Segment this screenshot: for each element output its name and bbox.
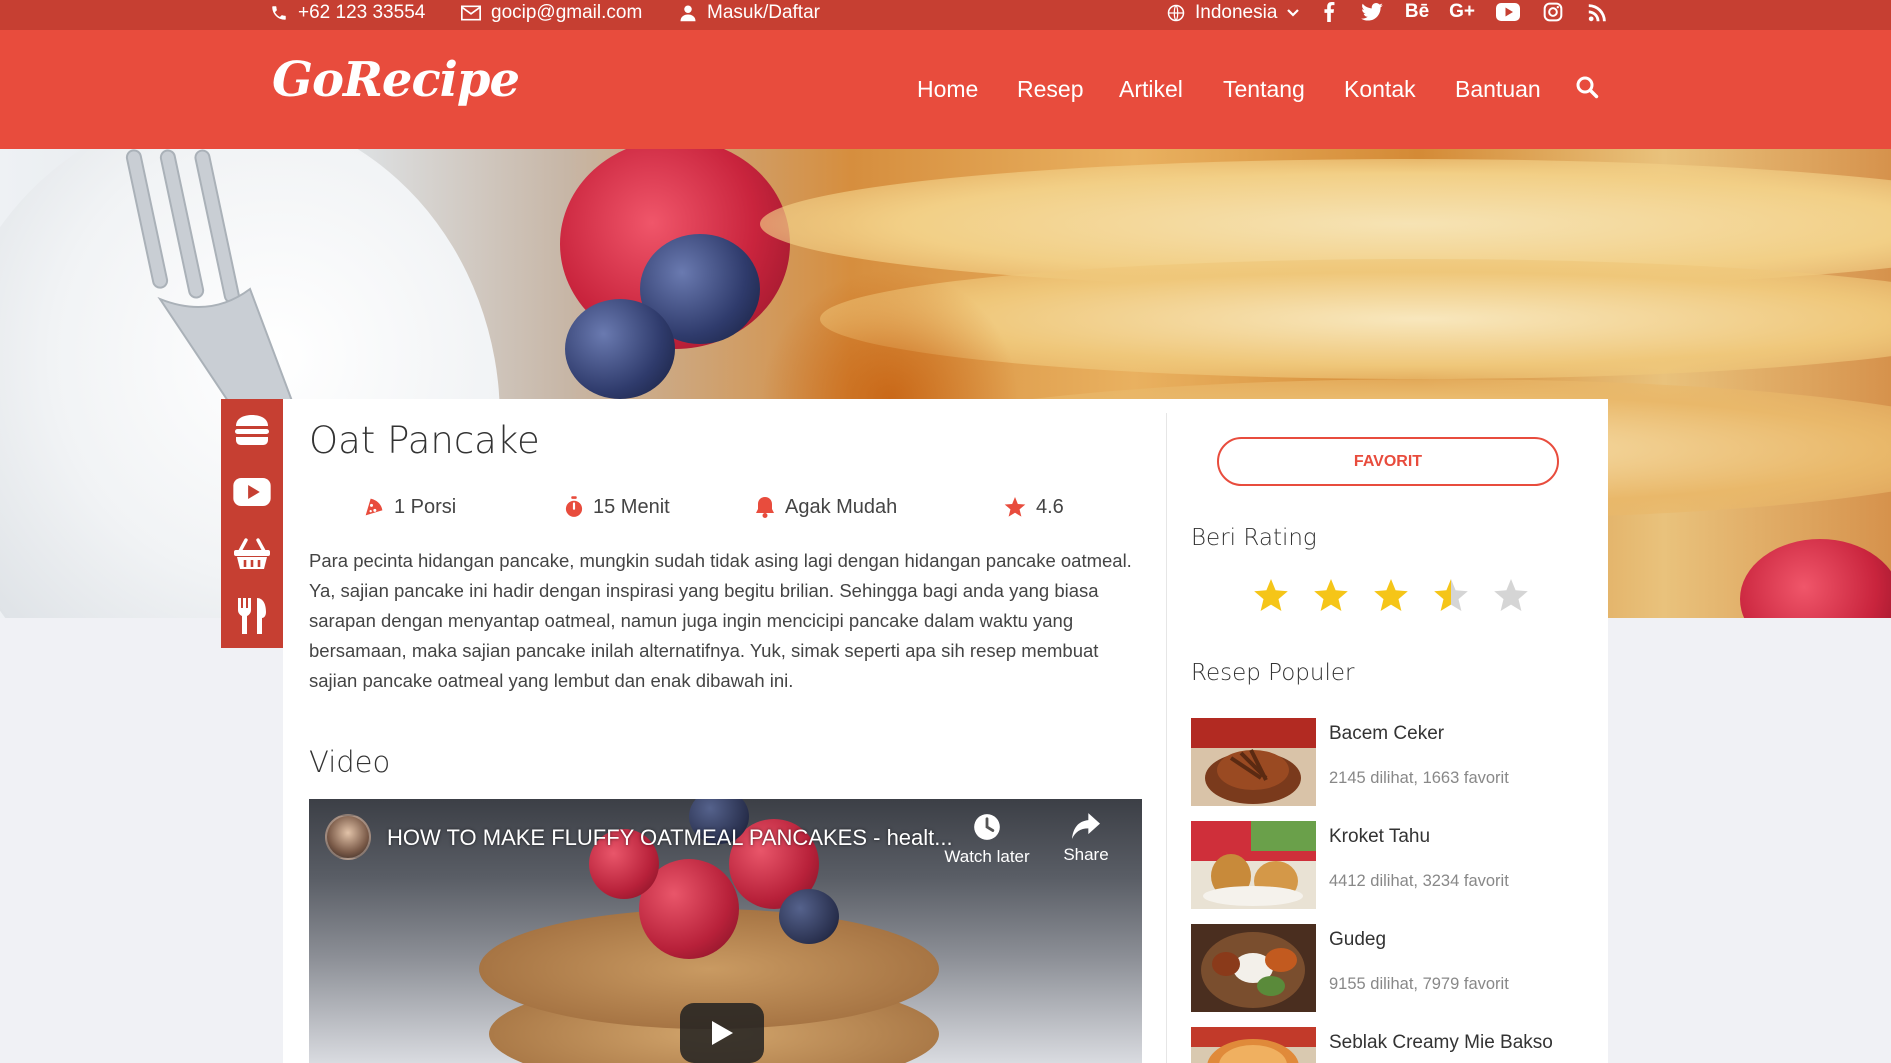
sidebar-ingredients[interactable] (221, 399, 283, 461)
google-plus-link[interactable]: G+ (1447, 0, 1477, 24)
google-plus-icon: G+ (1449, 1, 1475, 22)
phone-icon (272, 6, 286, 20)
search-icon (1576, 76, 1599, 99)
favorite-button[interactable]: FAVORIT (1217, 437, 1559, 486)
facebook-link[interactable] (1314, 0, 1344, 24)
instagram-icon (1543, 2, 1563, 22)
recipe-title: Oat Pancake (309, 419, 540, 462)
phone-text: +62 123 33554 (298, 2, 426, 23)
nav-tentang[interactable]: Tentang (1223, 76, 1305, 103)
time-text: 15 Menit (593, 495, 670, 518)
meta-difficulty: Agak Mudah (755, 494, 897, 520)
burger-icon (235, 415, 269, 445)
nav-home[interactable]: Home (917, 76, 978, 103)
popular-thumb (1191, 1027, 1316, 1063)
sidebar-shopping[interactable] (221, 523, 283, 585)
meta-time: 15 Menit (565, 494, 670, 520)
popular-item-gudeg[interactable]: Gudeg 9155 dilihat, 7979 favorit (1191, 924, 1571, 1012)
stopwatch-icon (565, 496, 583, 517)
popular-name: Kroket Tahu (1329, 826, 1431, 847)
popular-item-kroket-tahu[interactable]: Kroket Tahu 4412 dilihat, 3234 favorit (1191, 821, 1571, 909)
channel-avatar[interactable] (325, 814, 371, 860)
play-icon (712, 1021, 733, 1045)
rating-star-5[interactable] (1493, 578, 1529, 612)
email-text: gocip@gmail.com (491, 2, 643, 23)
rating-stars (1253, 578, 1529, 612)
portion-text: 1 Porsi (394, 495, 457, 518)
rating-star-2[interactable] (1313, 578, 1349, 612)
rating-star-4[interactable] (1433, 578, 1469, 612)
utensils-icon (238, 598, 266, 634)
sidebar-video[interactable] (221, 461, 283, 523)
nav-bantuan[interactable]: Bantuan (1455, 76, 1541, 103)
share-arrow-icon (1072, 813, 1100, 839)
instagram-link[interactable] (1538, 0, 1568, 24)
facebook-icon (1324, 2, 1335, 22)
rating-text: 4.6 (1036, 495, 1064, 518)
top-bar: +62 123 33554 gocip@gmail.com Masuk/Daft… (0, 0, 1891, 30)
recipe-section-nav (221, 399, 283, 648)
meta-rating: 4.6 (1004, 494, 1064, 520)
recipe-description: Para pecinta hidangan pancake, mungkin s… (309, 550, 1132, 691)
difficulty-text: Agak Mudah (785, 495, 898, 518)
search-button[interactable] (1575, 75, 1599, 104)
popular-stats: 9155 dilihat, 7979 favorit (1329, 975, 1509, 993)
video-title[interactable]: HOW TO MAKE FLUFFY OATMEAL PANCAKES - he… (387, 825, 953, 851)
popular-item-seblak[interactable]: Seblak Creamy Mie Bakso (1191, 1027, 1571, 1063)
rating-heading: Beri Rating (1191, 525, 1317, 551)
share-button[interactable]: Share (1036, 813, 1136, 865)
behance-link[interactable]: Bē (1402, 0, 1432, 24)
watch-later-label: Watch later (944, 847, 1030, 866)
watch-later-button[interactable]: Watch later (937, 813, 1037, 867)
behance-icon: Bē (1404, 1, 1430, 22)
nav-artikel[interactable]: Artikel (1119, 76, 1183, 103)
popular-thumb (1191, 821, 1316, 909)
rss-link[interactable] (1582, 0, 1612, 24)
rating-star-3[interactable] (1373, 578, 1409, 612)
video-player[interactable]: HOW TO MAKE FLUFFY OATMEAL PANCAKES - he… (309, 799, 1142, 1063)
video-heading: Video (309, 745, 391, 779)
popular-thumb (1191, 718, 1316, 806)
meta-portion: 1 Porsi (364, 494, 456, 520)
popular-thumb (1191, 924, 1316, 1012)
language-selector[interactable]: Indonesia (1167, 0, 1300, 26)
twitter-icon (1361, 3, 1383, 21)
star-icon (1004, 496, 1026, 517)
popular-heading: Resep Populer (1191, 660, 1355, 686)
bell-icon (756, 497, 774, 518)
share-label: Share (1063, 845, 1109, 864)
popular-name: Gudeg (1329, 929, 1387, 950)
pizza-slice-icon (365, 498, 383, 516)
play-button[interactable] (680, 1003, 764, 1063)
rss-icon (1588, 3, 1606, 21)
column-divider (1166, 413, 1167, 1063)
youtube-icon (1496, 3, 1520, 21)
nav-resep[interactable]: Resep (1017, 76, 1083, 103)
youtube-link[interactable] (1493, 0, 1523, 24)
popular-name: Seblak Creamy Mie Bakso (1329, 1032, 1553, 1053)
popular-stats: 2145 dilihat, 1663 favorit (1329, 769, 1509, 787)
basket-icon (234, 538, 270, 569)
login-text: Masuk/Daftar (707, 2, 820, 23)
nav-kontak[interactable]: Kontak (1344, 76, 1416, 103)
main-navbar: GoRecipe Home Resep Artikel Tentang Kont… (0, 30, 1891, 149)
chevron-down-icon (1287, 9, 1300, 17)
twitter-link[interactable] (1357, 0, 1387, 24)
popular-stats: 4412 dilihat, 3234 favorit (1329, 872, 1509, 890)
recipe-card: Oat Pancake 1 Porsi 15 Menit Agak Mudah … (283, 399, 1608, 1063)
sidebar-steps[interactable] (221, 585, 283, 647)
site-logo[interactable]: GoRecipe (272, 52, 520, 108)
envelope-icon (461, 5, 481, 21)
email-contact[interactable]: gocip@gmail.com (461, 0, 642, 26)
language-text: Indonesia (1195, 2, 1278, 23)
youtube-icon (233, 478, 271, 506)
clock-icon (974, 814, 1000, 840)
globe-icon (1167, 4, 1185, 22)
popular-item-bacem-ceker[interactable]: Bacem Ceker 2145 dilihat, 1663 favorit (1191, 718, 1571, 806)
user-icon (680, 5, 696, 22)
popular-name: Bacem Ceker (1329, 723, 1445, 744)
login-link[interactable]: Masuk/Daftar (679, 0, 820, 26)
phone-contact[interactable]: +62 123 33554 (270, 0, 425, 26)
rating-star-1[interactable] (1253, 578, 1289, 612)
